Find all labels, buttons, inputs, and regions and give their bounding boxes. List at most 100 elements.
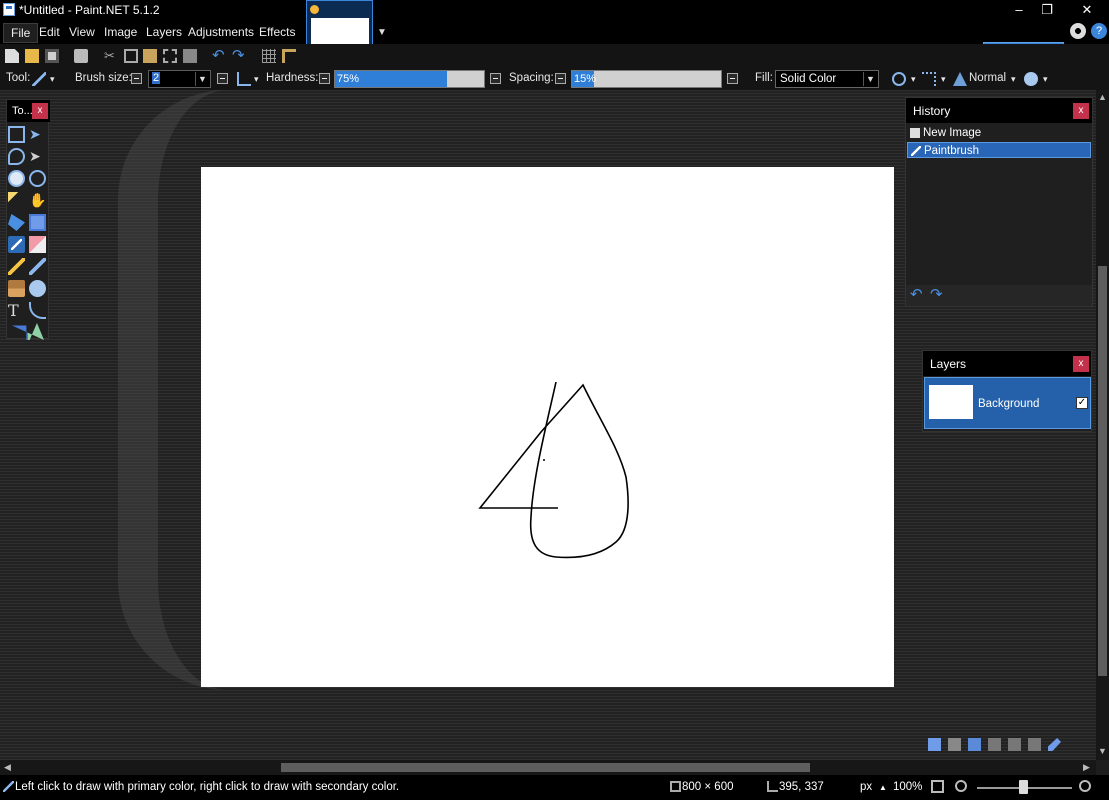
clone-stamp-tool-icon[interactable] [8, 280, 25, 297]
gradient-tool-icon[interactable] [29, 214, 46, 231]
image-list-menu-icon[interactable]: ▼ [377, 27, 387, 38]
fill-select[interactable]: Solid Color ▼ [775, 70, 879, 88]
menu-layers[interactable]: Layers [146, 25, 182, 39]
layers-close-button[interactable]: x [1073, 356, 1089, 372]
tools-window-close-button[interactable]: x [32, 103, 48, 119]
alpha-dropdown-arrow-icon[interactable]: ▾ [1043, 74, 1048, 85]
vertical-scrollbar[interactable]: ▲ ▼ [1096, 90, 1109, 760]
menu-effects[interactable]: Effects [259, 25, 295, 39]
tools-window-title-bar[interactable]: To... x [7, 100, 50, 122]
scroll-down-icon[interactable]: ▼ [1098, 746, 1107, 756]
deselect-icon[interactable] [183, 49, 197, 63]
history-redo-icon[interactable]: ↷ [930, 287, 944, 302]
minimize-button[interactable]: – [1006, 1, 1032, 19]
chevron-down-icon[interactable]: ▼ [195, 72, 209, 86]
current-tool-paintbrush-icon[interactable] [32, 72, 46, 86]
color-picker-tool-icon[interactable] [29, 258, 46, 275]
spacing-decrease-button[interactable] [555, 73, 566, 84]
menu-image[interactable]: Image [104, 25, 137, 39]
pan-tool-hand-icon[interactable]: ✋ [29, 192, 46, 209]
antialiasing-dropdown-arrow-icon[interactable]: ▾ [254, 74, 259, 85]
blend-mode-value[interactable]: Normal [969, 72, 1006, 84]
line-curve-tool-icon[interactable] [29, 302, 46, 319]
image-canvas[interactable] [201, 167, 894, 687]
brush-size-increase-button[interactable] [217, 73, 228, 84]
move-layer-down-icon[interactable] [1028, 738, 1041, 751]
move-selected-pixels-tool-icon[interactable]: ➤ [29, 126, 46, 143]
zoom-slider-thumb[interactable] [1019, 780, 1028, 794]
save-icon[interactable] [45, 49, 59, 63]
scroll-left-icon[interactable]: ◀ [4, 762, 11, 773]
magic-wand-tool-icon[interactable] [8, 192, 25, 209]
menu-edit[interactable]: Edit [39, 25, 60, 39]
restore-button[interactable]: ❐ [1034, 1, 1060, 19]
zoom-level[interactable]: 100% [893, 781, 922, 793]
vertical-scroll-thumb[interactable] [1098, 266, 1107, 676]
move-selection-tool-icon[interactable]: ➤ [29, 148, 46, 165]
spacing-increase-button[interactable] [727, 73, 738, 84]
paint-bucket-tool-icon[interactable] [8, 214, 25, 231]
horizontal-scrollbar[interactable]: ◀ ▶ [0, 760, 1096, 775]
history-close-button[interactable]: x [1073, 103, 1089, 119]
hardness-slider[interactable]: 75% [334, 70, 485, 88]
undo-icon[interactable]: ↶ [212, 48, 226, 63]
pixel-grid-icon[interactable] [262, 49, 276, 63]
horizontal-scroll-thumb[interactable] [281, 763, 810, 772]
brush-size-input[interactable]: 2 ▼ [148, 70, 211, 88]
move-layer-up-icon[interactable] [1008, 738, 1021, 751]
blend-mode-dropdown-arrow-icon[interactable]: ▾ [1011, 74, 1016, 85]
scroll-up-icon[interactable]: ▲ [1098, 92, 1107, 102]
open-icon[interactable] [25, 49, 39, 63]
rulers-icon[interactable] [282, 49, 296, 63]
redo-icon[interactable]: ↷ [232, 48, 246, 63]
antialiasing-icon[interactable] [237, 72, 251, 86]
rectangle-select-tool-icon[interactable] [8, 126, 25, 143]
history-item-new-image[interactable]: New Image [907, 125, 1091, 141]
print-icon[interactable] [74, 49, 88, 63]
zoom-out-icon[interactable] [955, 780, 967, 792]
chevron-down-icon[interactable]: ▼ [863, 72, 877, 86]
new-image-icon[interactable] [5, 49, 19, 63]
history-title-bar[interactable]: History x [906, 98, 1092, 123]
help-icon[interactable]: ? [1091, 23, 1107, 39]
sampling-mode-icon[interactable] [892, 72, 906, 86]
layer-properties-icon[interactable] [1048, 738, 1061, 751]
settings-gear-icon[interactable] [1070, 23, 1086, 39]
units-dropdown-arrow-icon[interactable]: ▲ [879, 783, 887, 792]
sampling-dropdown-arrow-icon[interactable]: ▾ [911, 74, 916, 85]
close-window-button[interactable]: ✕ [1074, 1, 1100, 19]
menu-adjustments[interactable]: Adjustments [188, 25, 254, 39]
paintbrush-tool-icon[interactable] [8, 236, 25, 253]
zoom-tool-icon[interactable] [29, 170, 46, 187]
scroll-right-icon[interactable]: ▶ [1083, 762, 1090, 773]
menu-view[interactable]: View [69, 25, 95, 39]
recolor-tool-icon[interactable] [29, 280, 46, 297]
alpha-blending-icon[interactable] [1024, 72, 1038, 86]
units-selector[interactable]: px [860, 781, 872, 793]
layers-title-bar[interactable]: Layers x [923, 351, 1091, 376]
duplicate-layer-icon[interactable] [968, 738, 981, 751]
zoom-in-icon[interactable] [1079, 780, 1091, 792]
layer-item-background[interactable]: Background ✓ [924, 377, 1091, 429]
zoom-to-window-icon[interactable] [931, 780, 944, 793]
layer-visibility-checkbox[interactable]: ✓ [1076, 397, 1088, 409]
add-layer-icon[interactable] [928, 738, 941, 751]
shapes-tool-icon[interactable] [12, 323, 44, 340]
menu-file[interactable]: File [3, 23, 39, 43]
selection-dropdown-arrow-icon[interactable]: ▾ [941, 74, 946, 85]
tool-dropdown-arrow-icon[interactable]: ▾ [50, 74, 55, 85]
lasso-select-tool-icon[interactable] [8, 148, 25, 165]
history-undo-icon[interactable]: ↶ [910, 287, 924, 302]
paste-icon[interactable] [143, 49, 157, 63]
pencil-tool-icon[interactable] [8, 258, 25, 275]
hardness-decrease-button[interactable] [319, 73, 330, 84]
cut-icon[interactable]: ✂ [104, 49, 118, 63]
delete-layer-icon[interactable] [948, 738, 961, 751]
selection-mode-icon[interactable] [922, 72, 936, 86]
ellipse-select-tool-icon[interactable] [8, 170, 25, 187]
copy-icon[interactable] [124, 49, 138, 63]
hardness-increase-button[interactable] [490, 73, 501, 84]
history-item-paintbrush[interactable]: Paintbrush [907, 142, 1091, 158]
crop-to-selection-icon[interactable] [163, 49, 177, 63]
merge-layer-down-icon[interactable] [988, 738, 1001, 751]
